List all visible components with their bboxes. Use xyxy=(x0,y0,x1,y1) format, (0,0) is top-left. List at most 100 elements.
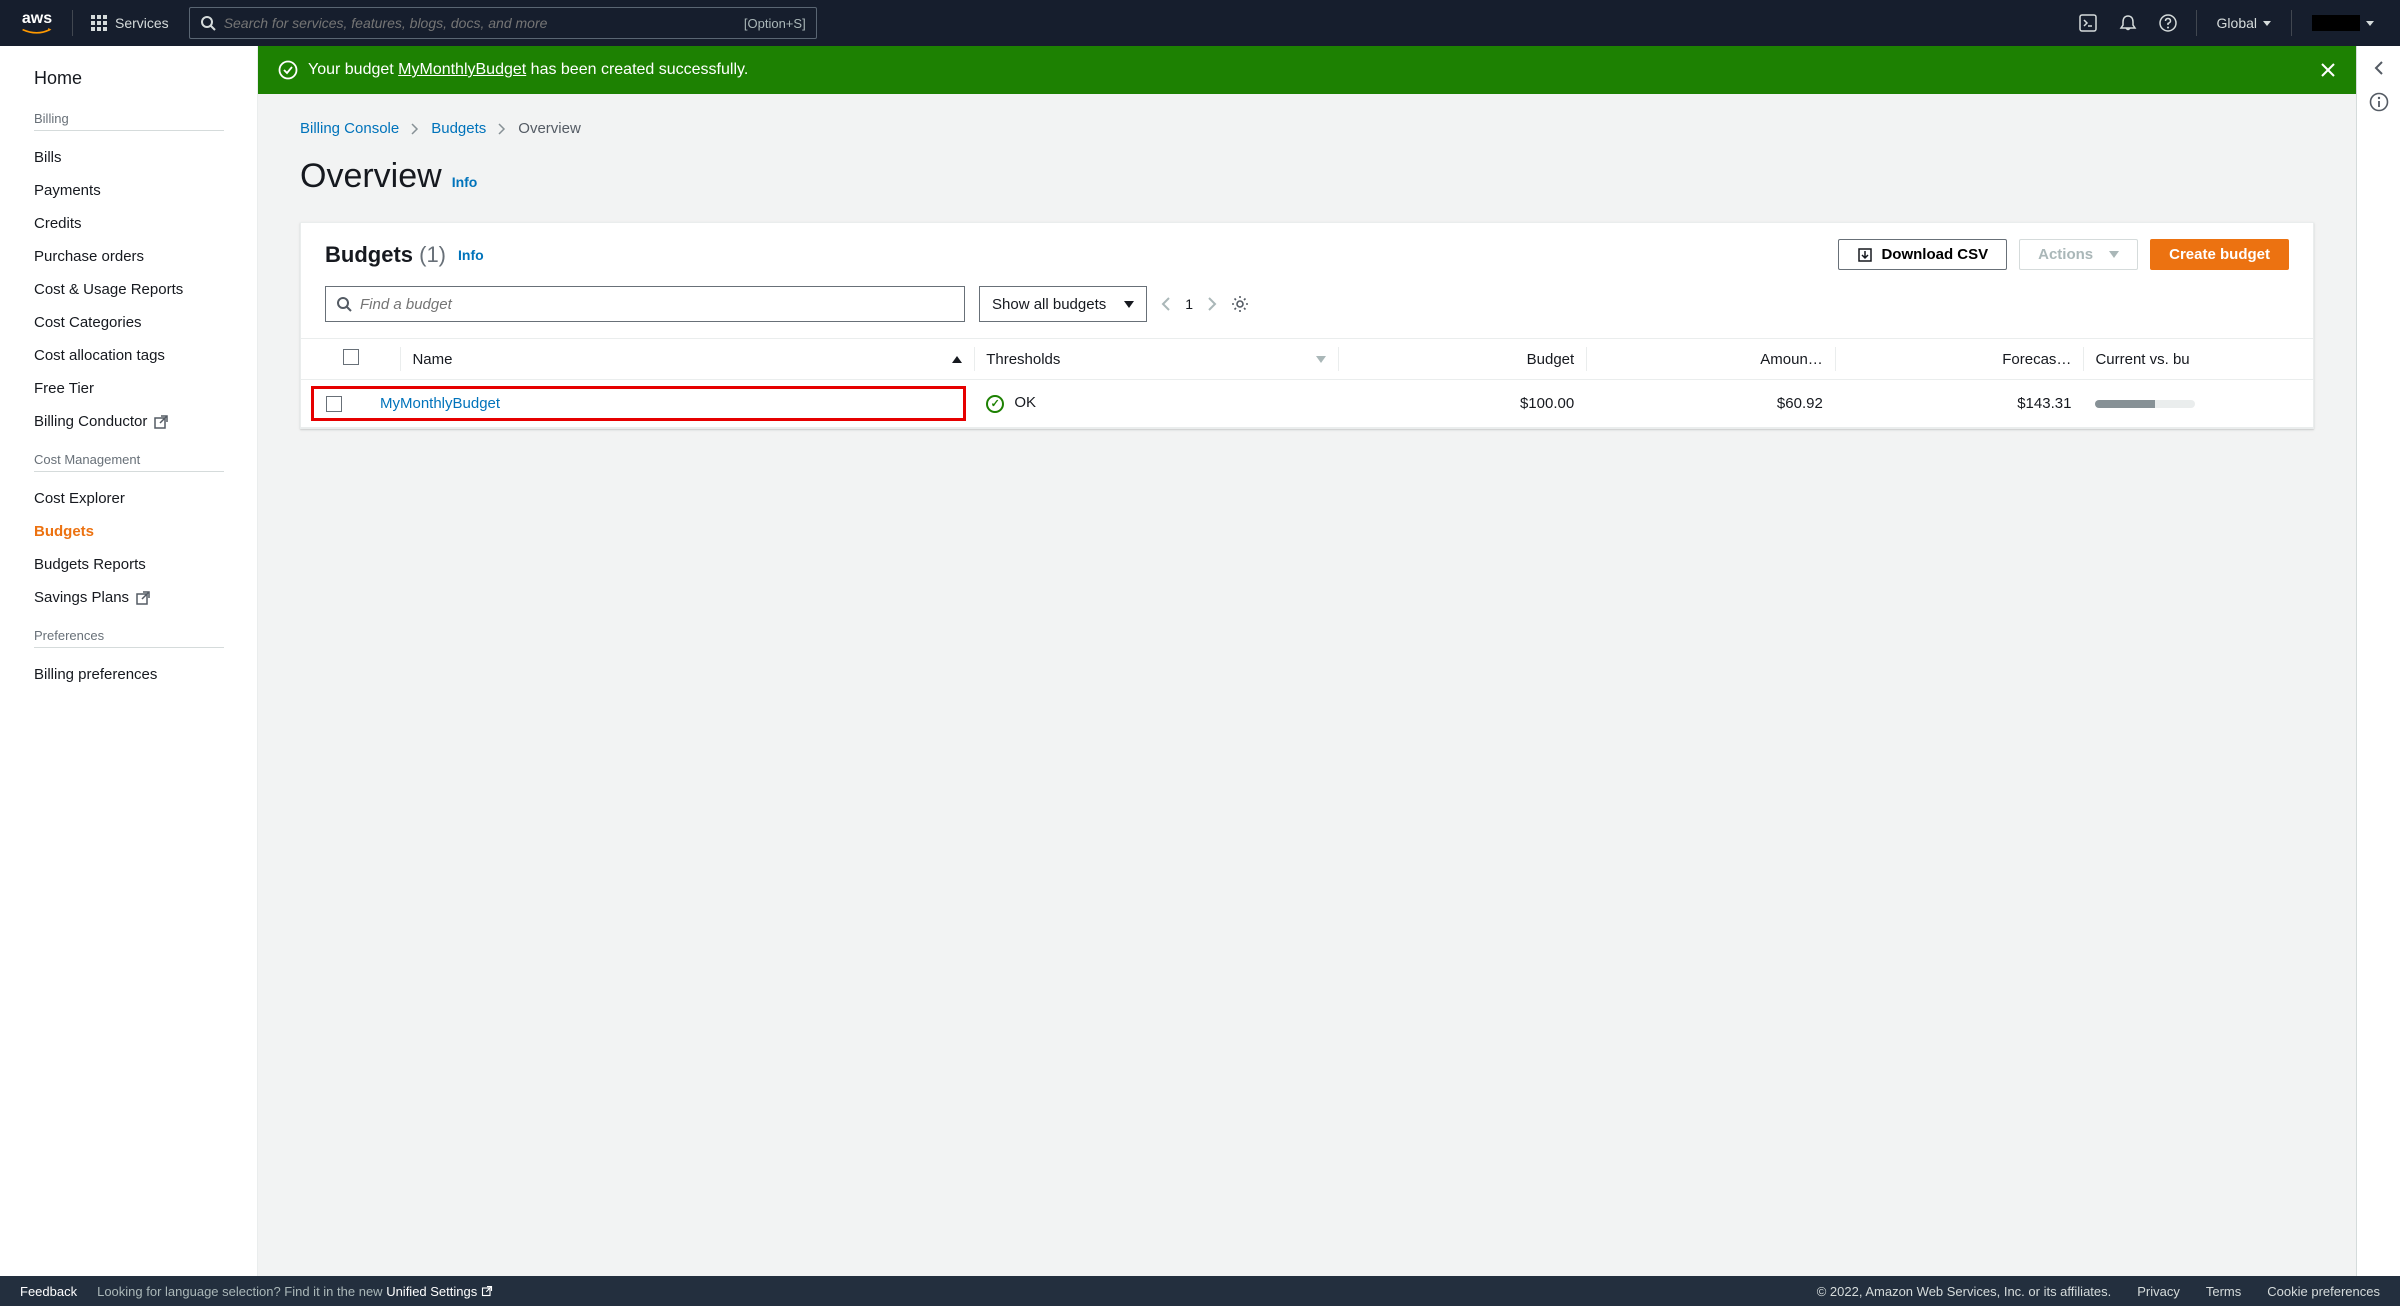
cell-threshold: ✓ OK xyxy=(974,380,1337,428)
services-menu[interactable]: Services xyxy=(81,15,179,31)
actions-button[interactable]: Actions xyxy=(2019,239,2138,270)
caret-down-icon xyxy=(2263,21,2271,26)
sidebar-item-payments[interactable]: Payments xyxy=(34,174,241,207)
external-link-icon xyxy=(135,590,151,606)
progress-bar-fill xyxy=(2095,400,2155,408)
chevron-left-icon xyxy=(2373,60,2385,76)
flash-close-button[interactable] xyxy=(2320,62,2336,78)
row-select-checkbox[interactable] xyxy=(326,396,342,412)
col-amount[interactable]: Amoun… xyxy=(1586,339,1835,380)
col-select xyxy=(301,339,400,380)
footer-unified-settings-link[interactable]: Unified Settings xyxy=(386,1284,493,1299)
col-name[interactable]: Name xyxy=(400,339,974,380)
col-current[interactable]: Current vs. bu xyxy=(2083,339,2313,380)
sidebar-item-free-tier[interactable]: Free Tier xyxy=(34,372,241,405)
chevron-right-icon xyxy=(498,123,506,135)
sidebar-item-label: Bills xyxy=(34,149,62,166)
sidebar-item-label: Purchase orders xyxy=(34,248,144,265)
breadcrumb-billing-console[interactable]: Billing Console xyxy=(300,120,399,137)
sidebar-item-cost-explorer[interactable]: Cost Explorer xyxy=(34,482,241,515)
aws-swoosh-icon xyxy=(20,28,54,36)
sidebar-item-cost-categories[interactable]: Cost Categories xyxy=(34,306,241,339)
region-selector[interactable]: Global xyxy=(2205,15,2283,31)
flash-suffix: has been created successfully. xyxy=(526,61,748,78)
col-thresholds[interactable]: Thresholds xyxy=(974,339,1337,380)
notifications-button[interactable] xyxy=(2108,3,2148,43)
create-budget-button[interactable]: Create budget xyxy=(2150,239,2289,270)
gear-icon xyxy=(1231,295,1249,313)
find-budget-input[interactable] xyxy=(360,296,954,313)
sidebar-section-billing: Billing xyxy=(34,111,224,131)
panel-count: (1) xyxy=(419,242,446,267)
panel-info-link[interactable]: Info xyxy=(458,247,484,263)
find-budget-wrap[interactable] xyxy=(325,286,965,322)
prev-page-button[interactable] xyxy=(1161,297,1171,311)
breadcrumb: Billing Console Budgets Overview xyxy=(300,120,2314,137)
footer-lang-prefix: Looking for language selection? Find it … xyxy=(97,1284,386,1299)
sidebar-section-preferences: Preferences xyxy=(34,628,224,648)
success-flash: Your budget MyMonthlyBudget has been cre… xyxy=(258,46,2356,94)
cell-forecast: $143.31 xyxy=(1835,380,2084,428)
sidebar-item-label: Cost Categories xyxy=(34,314,142,331)
page-info-link[interactable]: Info xyxy=(452,174,478,190)
aws-logo-text: aws xyxy=(22,10,52,28)
content-area: Your budget MyMonthlyBudget has been cre… xyxy=(258,46,2356,1276)
footer-terms-link[interactable]: Terms xyxy=(2206,1284,2241,1299)
col-budget-label: Budget xyxy=(1527,351,1575,368)
footer-feedback[interactable]: Feedback xyxy=(20,1284,77,1299)
nav-separator xyxy=(2196,10,2197,36)
account-menu[interactable] xyxy=(2300,15,2386,31)
global-search-input[interactable] xyxy=(224,15,734,31)
caret-down-icon xyxy=(2366,21,2374,26)
aws-logo[interactable]: aws xyxy=(10,10,64,36)
cloudshell-icon xyxy=(2079,14,2097,32)
sidebar-item-budgets[interactable]: Budgets xyxy=(34,515,241,548)
rail-info-button[interactable] xyxy=(2369,92,2389,112)
download-icon xyxy=(1857,247,1873,263)
cell-budget: $100.00 xyxy=(1338,380,1587,428)
sidebar-item-label: Payments xyxy=(34,182,101,199)
sidebar-item-budgets-reports[interactable]: Budgets Reports xyxy=(34,548,241,581)
footer-language-hint: Looking for language selection? Find it … xyxy=(97,1284,493,1299)
col-amount-label: Amoun… xyxy=(1760,351,1823,368)
sidebar-item-bills[interactable]: Bills xyxy=(34,141,241,174)
sidebar-item-cost-usage-reports[interactable]: Cost & Usage Reports xyxy=(34,273,241,306)
col-budget[interactable]: Budget xyxy=(1338,339,1587,380)
actions-label: Actions xyxy=(2038,246,2093,263)
sidebar-home[interactable]: Home xyxy=(34,68,241,89)
col-thresholds-label: Thresholds xyxy=(986,351,1060,368)
col-forecast[interactable]: Forecas… xyxy=(1835,339,2084,380)
progress-bar xyxy=(2095,400,2195,408)
select-all-checkbox[interactable] xyxy=(343,349,359,365)
budgets-panel: Budgets (1) Info Download CSV Actions xyxy=(300,222,2314,429)
footer-privacy-link[interactable]: Privacy xyxy=(2137,1284,2180,1299)
sidebar-item-purchase-orders[interactable]: Purchase orders xyxy=(34,240,241,273)
sidebar-item-savings-plans[interactable]: Savings Plans xyxy=(34,581,241,614)
footer-lang-link-text: Unified Settings xyxy=(386,1284,477,1299)
sidebar-item-billing-preferences[interactable]: Billing preferences xyxy=(34,658,241,691)
global-search[interactable]: [Option+S] xyxy=(189,7,817,39)
breadcrumb-budgets[interactable]: Budgets xyxy=(431,120,486,137)
col-current-label: Current vs. bu xyxy=(2095,351,2189,368)
budget-name-link[interactable]: MyMonthlyBudget xyxy=(380,395,500,412)
next-page-button[interactable] xyxy=(1207,297,1217,311)
sidebar-item-credits[interactable]: Credits xyxy=(34,207,241,240)
table-settings-button[interactable] xyxy=(1231,295,1249,313)
download-csv-button[interactable]: Download CSV xyxy=(1838,239,2007,270)
footer-cookie-link[interactable]: Cookie preferences xyxy=(2267,1284,2380,1299)
sidebar-item-billing-conductor[interactable]: Billing Conductor xyxy=(34,405,241,438)
help-button[interactable] xyxy=(2148,3,2188,43)
search-shortcut: [Option+S] xyxy=(744,16,806,31)
nav-separator xyxy=(72,10,73,36)
caret-down-icon xyxy=(2109,251,2119,258)
sidebar-item-label: Free Tier xyxy=(34,380,94,397)
sort-asc-icon xyxy=(952,356,962,363)
services-grid-icon xyxy=(91,15,107,31)
sidebar-item-label: Cost allocation tags xyxy=(34,347,165,364)
rail-collapse-button[interactable] xyxy=(2373,60,2385,76)
bell-icon xyxy=(2119,14,2137,32)
filter-select[interactable]: Show all budgets xyxy=(979,286,1147,322)
cloudshell-button[interactable] xyxy=(2068,3,2108,43)
flash-budget-link[interactable]: MyMonthlyBudget xyxy=(398,61,526,78)
sidebar-item-cost-allocation-tags[interactable]: Cost allocation tags xyxy=(34,339,241,372)
